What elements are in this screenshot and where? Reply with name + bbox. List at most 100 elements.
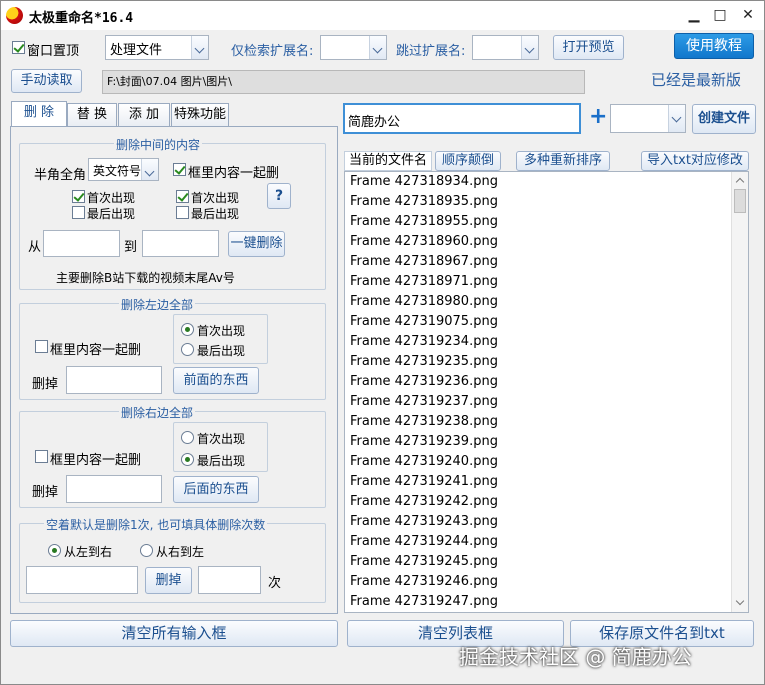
file-list-item[interactable]: Frame 427318955.png: [345, 212, 748, 232]
tab-delete[interactable]: 删 除: [11, 101, 67, 127]
symbol-type-select[interactable]: 英文符号: [88, 158, 159, 181]
file-list-item[interactable]: Frame 427319234.png: [345, 332, 748, 352]
file-list-item[interactable]: Frame 427319243.png: [345, 512, 748, 532]
halfwidth-label: 半角全角: [34, 168, 87, 183]
left-last-label: 最后出现: [197, 344, 246, 358]
reverse-order-button[interactable]: 顺序颠倒: [435, 151, 501, 171]
manual-read-button[interactable]: 手动读取: [11, 69, 82, 93]
left-to-right-radio[interactable]: [48, 544, 61, 557]
file-list-item[interactable]: Frame 427319075.png: [345, 312, 748, 332]
process-type-value: 处理文件: [110, 43, 163, 58]
topmost-checkbox[interactable]: [12, 41, 25, 54]
file-list-item[interactable]: Frame 427319238.png: [345, 412, 748, 432]
right-first-radio[interactable]: [181, 431, 194, 444]
watermark: 掘金技术社区 @ 简鹿办公: [459, 645, 692, 669]
chevron-down-icon: [668, 105, 685, 132]
one-click-delete-button[interactable]: 一键删除: [228, 231, 285, 257]
chevron-down-icon: [369, 36, 386, 59]
title-bar: 太极重命名*16.4 ▁ □ ✕: [1, 1, 764, 30]
file-list-item[interactable]: Frame 427318980.png: [345, 292, 748, 312]
plus-icon[interactable]: +: [589, 104, 607, 129]
left-first-radio[interactable]: [181, 323, 194, 336]
file-list-item[interactable]: Frame 427318960.png: [345, 232, 748, 252]
frame-together-checkbox[interactable]: [173, 163, 186, 176]
clear-all-inputs-button[interactable]: 清空所有输入框: [10, 620, 338, 647]
app-window: 太极重命名*16.4 ▁ □ ✕ 窗口置顶 处理文件 仅检索扩展名: 跳过扩展名…: [0, 0, 765, 685]
file-list-item[interactable]: Frame 427319240.png: [345, 452, 748, 472]
file-list-item[interactable]: Frame 427319241.png: [345, 472, 748, 492]
frame-together-left-label: 框里内容一起删: [50, 343, 142, 358]
left-first-label: 首次出现: [197, 324, 246, 338]
multi-sort-button[interactable]: 多种重新排序: [516, 151, 610, 171]
tab-add[interactable]: 添 加: [118, 103, 170, 127]
file-list-item[interactable]: Frame 427319242.png: [345, 492, 748, 512]
topmost-label: 窗口置顶: [27, 44, 80, 59]
file-list-item[interactable]: Frame 427319245.png: [345, 552, 748, 572]
only-search-ext-label: 仅检索扩展名:: [231, 44, 314, 59]
only-search-ext-select[interactable]: [320, 35, 387, 60]
tab-replace[interactable]: 替 换: [67, 103, 117, 127]
update-status: 已经是最新版: [651, 71, 742, 89]
process-type-select[interactable]: 处理文件: [105, 35, 209, 60]
delete-count-text-input[interactable]: [26, 566, 138, 594]
tab-special[interactable]: 特殊功能: [171, 103, 229, 127]
delete-count-title: 空着默认是删除1次, 也可填具体删除次数: [44, 516, 268, 533]
maximize-button[interactable]: □: [707, 3, 733, 27]
new-name-value: 简鹿办公: [348, 115, 401, 130]
to-label: 到: [124, 240, 138, 255]
frame-together-left-checkbox[interactable]: [35, 340, 48, 353]
frame-together-label: 框里内容一起删: [188, 166, 280, 181]
path-field: F:\封面\07.04 图片\图片\: [102, 70, 585, 94]
file-list-item[interactable]: Frame 427319246.png: [345, 572, 748, 592]
scroll-thumb[interactable]: [734, 189, 746, 213]
file-list-item[interactable]: Frame 427319244.png: [345, 532, 748, 552]
last-occurrence-checkbox-1[interactable]: [72, 206, 85, 219]
right-first-label: 首次出现: [197, 432, 246, 446]
scroll-down-icon[interactable]: [732, 595, 748, 612]
right-last-radio[interactable]: [181, 453, 194, 466]
to-input[interactable]: [142, 230, 219, 257]
from-input[interactable]: [43, 230, 120, 257]
left-last-radio[interactable]: [181, 343, 194, 356]
help-button[interactable]: ?: [267, 183, 291, 209]
delete-right-input[interactable]: [66, 475, 162, 503]
delete-after-button[interactable]: 后面的东西: [173, 476, 259, 503]
minimize-button[interactable]: ▁: [681, 3, 707, 27]
file-list[interactable]: Frame 427318934.png Frame 427318935.png Fr…: [344, 171, 749, 613]
right-to-left-radio[interactable]: [140, 544, 153, 557]
delete-count-number-input[interactable]: [198, 566, 261, 594]
file-list-item[interactable]: Frame 427319236.png: [345, 372, 748, 392]
frame-together-right-checkbox[interactable]: [35, 450, 48, 463]
first-occurrence-checkbox-1[interactable]: [72, 190, 85, 203]
open-preview-button[interactable]: 打开预览: [553, 35, 624, 60]
file-list-item[interactable]: Frame 427319239.png: [345, 432, 748, 452]
file-list-item[interactable]: Frame 427318934.png: [345, 172, 748, 192]
first-occurrence-label-2: 首次出现: [191, 191, 240, 205]
close-button[interactable]: ✕: [735, 3, 761, 27]
delete-count-button[interactable]: 删掉: [145, 567, 192, 594]
chevron-down-icon: [141, 159, 158, 180]
scroll-up-icon[interactable]: [732, 172, 748, 189]
file-list-item[interactable]: Frame 427318971.png: [345, 272, 748, 292]
create-file-button[interactable]: 创建文件: [692, 104, 756, 134]
file-list-item[interactable]: Frame 427319237.png: [345, 392, 748, 412]
taiji-app-icon: [6, 7, 23, 24]
first-occurrence-checkbox-2[interactable]: [176, 190, 189, 203]
append-select[interactable]: [610, 104, 686, 133]
file-list-item[interactable]: Frame 427318935.png: [345, 192, 748, 212]
skip-ext-label: 跳过扩展名:: [396, 44, 466, 59]
skip-ext-select[interactable]: [472, 35, 539, 60]
new-name-input[interactable]: 简鹿办公: [343, 103, 581, 134]
first-occurrence-label-1: 首次出现: [87, 191, 136, 205]
delete-left-input[interactable]: [66, 366, 162, 394]
left-to-right-label: 从左到右: [64, 545, 113, 559]
last-occurrence-checkbox-2[interactable]: [176, 206, 189, 219]
file-list-scrollbar[interactable]: [731, 172, 748, 612]
delete-before-button[interactable]: 前面的东西: [173, 367, 259, 394]
tutorial-button[interactable]: 使用教程: [674, 33, 754, 59]
window-title: 太极重命名*16.4: [29, 11, 134, 26]
file-list-item[interactable]: Frame 427319247.png: [345, 592, 748, 612]
import-txt-button[interactable]: 导入txt对应修改: [641, 151, 749, 171]
file-list-item[interactable]: Frame 427319235.png: [345, 352, 748, 372]
file-list-item[interactable]: Frame 427318967.png: [345, 252, 748, 272]
